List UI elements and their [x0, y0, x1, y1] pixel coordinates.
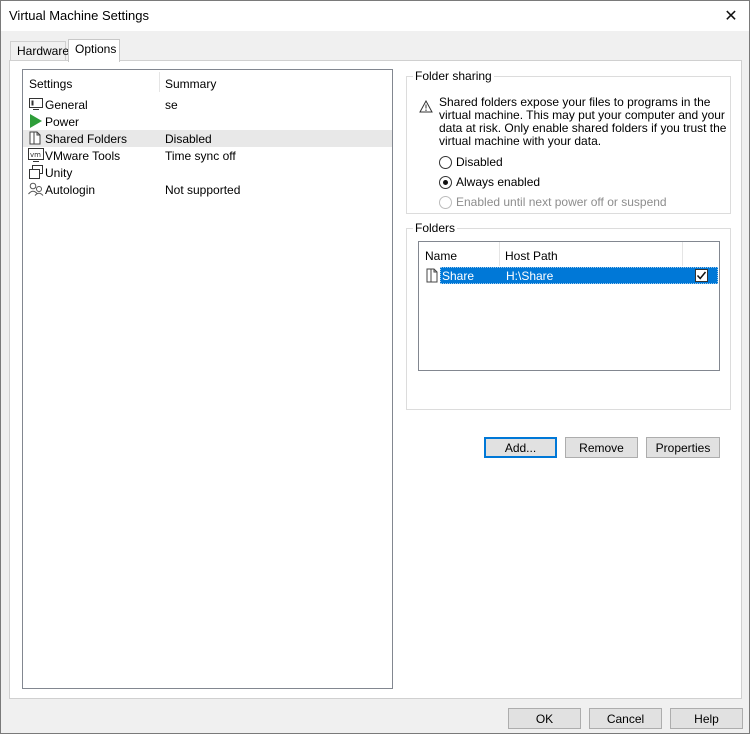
settings-item-label: Power — [45, 115, 80, 129]
play-icon — [28, 114, 44, 128]
warning-text: Shared folders expose your files to prog… — [439, 95, 727, 148]
radio-label: Disabled — [456, 155, 503, 169]
close-button[interactable]: ✕ — [713, 1, 749, 31]
column-header-settings[interactable]: Settings — [29, 77, 72, 91]
warning-icon — [419, 99, 433, 113]
column-header-summary[interactable]: Summary — [165, 77, 216, 91]
checkmark-icon — [696, 271, 707, 280]
properties-button[interactable]: Properties — [646, 437, 720, 458]
settings-item-summary: Disabled — [165, 132, 212, 146]
group-title: Folders — [413, 221, 458, 235]
title-bar: Virtual Machine Settings ✕ — [1, 1, 749, 31]
settings-item-shared-folders[interactable]: Shared Folders Disabled — [23, 130, 392, 147]
options-panel: Settings Summary General se Power Shared… — [9, 60, 742, 699]
settings-item-summary: Time sync off — [165, 149, 236, 163]
help-button[interactable]: Help — [670, 708, 743, 729]
close-icon: ✕ — [724, 8, 738, 25]
settings-window: Virtual Machine Settings ✕ Hardware Opti… — [0, 0, 750, 734]
column-divider[interactable] — [682, 242, 683, 266]
vm-icon: vm — [28, 148, 44, 162]
radio-button-selected[interactable] — [439, 175, 452, 189]
svg-text:vm: vm — [30, 151, 41, 159]
column-header-name[interactable]: Name — [425, 249, 457, 263]
ok-button[interactable]: OK — [508, 708, 581, 729]
settings-item-autologin[interactable]: Autologin Not supported — [23, 181, 392, 198]
settings-item-label: Autologin — [45, 183, 96, 197]
table-row[interactable]: Share H:\Share — [419, 267, 719, 284]
radio-disabled[interactable]: Disabled — [439, 154, 503, 170]
column-header-host-path[interactable]: Host Path — [505, 249, 558, 263]
settings-item-label: General — [45, 98, 88, 112]
settings-item-vmware-tools[interactable]: vm VMware Tools Time sync off — [23, 147, 392, 164]
settings-list[interactable]: Settings Summary General se Power Shared… — [22, 69, 393, 689]
window-title: Virtual Machine Settings — [9, 8, 149, 23]
folders-table[interactable]: Name Host Path Share H:\Share — [418, 241, 720, 371]
monitor-icon — [28, 97, 44, 111]
settings-item-general[interactable]: General se — [23, 96, 392, 113]
shared-folder-icon — [426, 268, 440, 283]
tab-options[interactable]: Options — [68, 39, 120, 62]
cancel-button[interactable]: Cancel — [589, 708, 662, 729]
radio-always-enabled[interactable]: Always enabled — [439, 174, 540, 190]
settings-item-label: VMware Tools — [45, 149, 121, 163]
settings-item-label: Shared Folders — [45, 132, 128, 146]
group-title: Folder sharing — [413, 69, 494, 83]
unity-icon — [28, 165, 44, 179]
settings-item-power[interactable]: Power — [23, 113, 392, 130]
add-button[interactable]: Add... — [484, 437, 557, 458]
radio-button-disabled — [439, 195, 452, 209]
settings-list-header: Settings Summary — [23, 70, 392, 94]
folder-enabled-checkbox[interactable] — [695, 269, 708, 282]
radio-label: Enabled until next power off or suspend — [456, 195, 667, 209]
shared-folder-icon — [28, 131, 44, 145]
tab-hardware[interactable]: Hardware — [10, 41, 69, 61]
folder-sharing-group: Folder sharing Shared folders expose you… — [406, 69, 731, 214]
settings-item-label: Unity — [45, 166, 73, 180]
radio-label: Always enabled — [456, 175, 541, 189]
radio-enabled-until-power-off: Enabled until next power off or suspend — [439, 194, 667, 210]
settings-item-unity[interactable]: Unity — [23, 164, 392, 181]
folders-group: Folders Name Host Path Share H:\Share Ad… — [406, 221, 731, 458]
column-divider[interactable] — [159, 72, 160, 92]
column-divider[interactable] — [499, 242, 500, 266]
settings-item-summary: Not supported — [165, 183, 241, 197]
folder-host-path: H:\Share — [506, 269, 554, 283]
remove-button[interactable]: Remove — [565, 437, 638, 458]
users-icon — [28, 182, 44, 196]
folders-table-header: Name Host Path — [419, 242, 719, 266]
folder-name: Share — [442, 269, 475, 283]
radio-button[interactable] — [439, 155, 452, 169]
row-selection-highlight — [440, 267, 718, 284]
settings-item-summary: se — [165, 98, 178, 112]
